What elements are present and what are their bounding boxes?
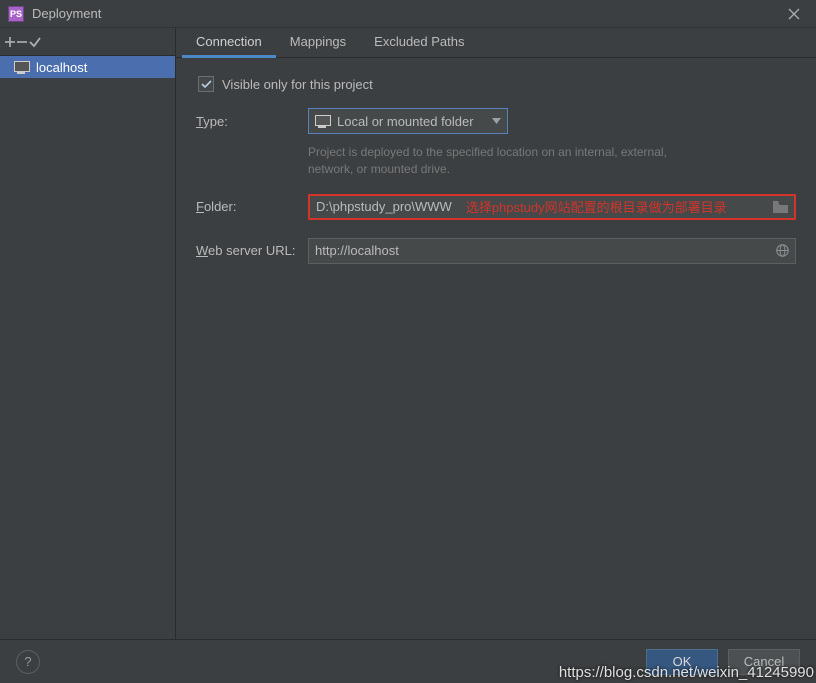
tabs: Connection Mappings Excluded Paths xyxy=(176,28,816,58)
window-title: Deployment xyxy=(32,6,780,21)
folder-row: Folder: D:\phpstudy_pro\WWW 选择phpstudy网站… xyxy=(196,194,796,220)
type-row: Type: Local or mounted folder xyxy=(196,108,796,134)
connection-form: Visible only for this project Type: Loca… xyxy=(176,58,816,292)
tab-connection[interactable]: Connection xyxy=(182,28,276,58)
apply-button[interactable] xyxy=(28,35,42,49)
plus-icon xyxy=(4,36,16,48)
folder-value: D:\phpstudy_pro\WWW xyxy=(316,199,452,214)
minus-icon xyxy=(16,36,28,48)
type-value: Local or mounted folder xyxy=(337,114,474,129)
type-description: Project is deployed to the specified loc… xyxy=(308,144,668,178)
sidebar-toolbar xyxy=(0,28,175,56)
webserver-value: http://localhost xyxy=(315,243,399,258)
type-label: Type: xyxy=(196,114,308,129)
folder-label: Folder: xyxy=(196,199,308,214)
folder-annotation: 选择phpstudy网站配置的根目录做为部署目录 xyxy=(466,197,727,216)
webserver-input[interactable]: http://localhost xyxy=(308,238,796,264)
folder-input[interactable]: D:\phpstudy_pro\WWW 选择phpstudy网站配置的根目录做为… xyxy=(308,194,796,220)
chevron-down-icon xyxy=(492,118,501,124)
sidebar-item-label: localhost xyxy=(36,60,87,75)
type-select[interactable]: Local or mounted folder xyxy=(308,108,508,134)
server-icon xyxy=(14,61,30,73)
visible-only-row: Visible only for this project xyxy=(196,76,796,92)
add-button[interactable] xyxy=(4,36,16,48)
close-icon xyxy=(788,8,800,20)
globe-icon xyxy=(776,244,789,257)
close-button[interactable] xyxy=(780,0,808,28)
ok-button[interactable]: OK xyxy=(646,649,718,675)
sidebar: localhost xyxy=(0,28,176,639)
footer: ? OK Cancel xyxy=(0,639,816,683)
help-icon: ? xyxy=(24,654,31,669)
visible-only-label: Visible only for this project xyxy=(222,77,373,92)
open-url-button[interactable] xyxy=(776,244,789,257)
webserver-label: Web server URL: xyxy=(196,243,308,258)
sidebar-item-localhost[interactable]: localhost xyxy=(0,56,175,78)
webserver-row: Web server URL: http://localhost xyxy=(196,238,796,264)
help-button[interactable]: ? xyxy=(16,650,40,674)
app-icon: PS xyxy=(8,6,24,22)
cancel-button[interactable]: Cancel xyxy=(728,649,800,675)
server-icon xyxy=(315,115,331,127)
tab-excluded-paths[interactable]: Excluded Paths xyxy=(360,28,478,58)
folder-icon xyxy=(773,201,788,213)
remove-button[interactable] xyxy=(16,36,28,48)
browse-folder-button[interactable] xyxy=(773,201,788,213)
check-icon xyxy=(201,79,212,90)
visible-only-checkbox[interactable] xyxy=(198,76,214,92)
check-icon xyxy=(28,35,42,49)
title-bar: PS Deployment xyxy=(0,0,816,28)
main-panel: Connection Mappings Excluded Paths Visib… xyxy=(176,28,816,639)
tab-mappings[interactable]: Mappings xyxy=(276,28,360,58)
